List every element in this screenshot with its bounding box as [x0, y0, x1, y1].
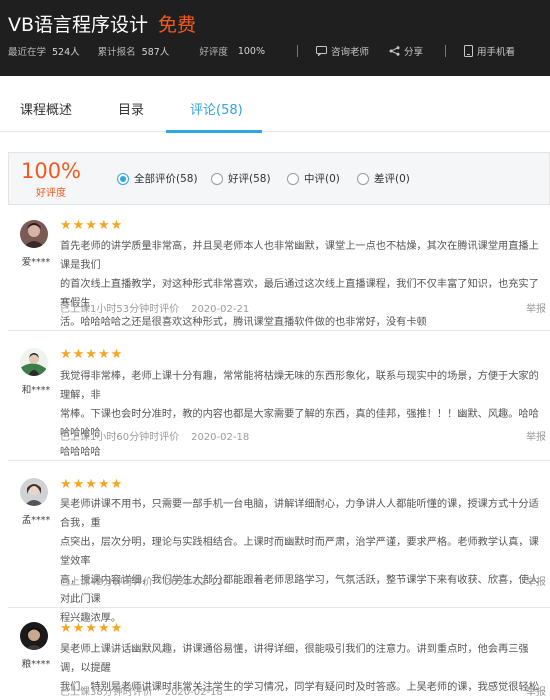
filter-neutral-label: 中评(0) [304, 173, 340, 185]
review-date: 2020-02-18 [191, 432, 250, 443]
active-tab-indicator [166, 130, 262, 133]
total-enrolled-label: 累计报名 [97, 47, 136, 58]
filter-positive-radio[interactable]: 好评(58) [211, 171, 271, 186]
review-date: 2020-02-13 [164, 577, 223, 588]
radio-circle [287, 172, 299, 185]
review-line: 点突出，层次分明，理论与实践相结合。上课时而幽默时而严肃，治学严谨，要求严格。老… [60, 537, 539, 567]
username: 爱**** [21, 257, 51, 268]
study-time: 已上课42分钟时评价 [60, 577, 153, 588]
avatar [20, 348, 48, 376]
watch-on-phone-label: 用手机看 [477, 47, 516, 58]
review-meta: 已上课1小时53分钟时评价 2020-02-21 [60, 300, 249, 315]
filter-all-radio[interactable]: 全部评价(58) [117, 171, 198, 186]
stats-row: 最近在学 524人 累计报名 587人 好评度 100% 咨询老师 分享 用手机… [8, 44, 535, 58]
filter-positive-label: 好评(58) [228, 173, 271, 185]
consult-teacher-label: 咨询老师 [331, 47, 370, 58]
price-label: 免费 [158, 14, 197, 36]
title-row: VB语言程序设计 免费 [8, 10, 196, 37]
review-line: 首先老师的讲学质量非常高，并且吴老师本人也非常幽默，课堂上一点也不枯燥，其次在腾… [60, 241, 539, 271]
review-filter-bar: 100% 好评度 全部评价(58) 好评(58) 中评(0) 差评(0) [8, 152, 550, 205]
score-value: 100% [20, 159, 82, 183]
radio-circle [211, 172, 223, 185]
review-item: 粮**** ★★★★★ 吴老师上课讲话幽默风趣，讲课通俗易懂，讲得详细，很能吸引… [0, 612, 550, 700]
total-enrolled: 累计报名 587人 [98, 44, 170, 58]
review-date: 2020-02-21 [191, 304, 250, 315]
review-meta: 已上课38分钟时评价 2020-02-18 [60, 683, 223, 698]
report-link[interactable]: 举报 [526, 300, 546, 315]
filter-negative-label: 差评(0) [374, 173, 410, 185]
course-tabs: 课程概述 目录 评论(58) [0, 76, 550, 133]
chat-icon [316, 46, 327, 56]
review-text: 吴老师讲课不用书，只需要一部手机一台电脑，讲解详细耐心，力争讲人人都能听懂的课，… [60, 495, 546, 628]
score-box: 100% 好评度 [9, 153, 93, 204]
divider [8, 607, 550, 608]
username: 孟**** [21, 515, 51, 526]
filter-negative-radio[interactable]: 差评(0) [357, 171, 410, 186]
report-link[interactable]: 举报 [526, 683, 546, 698]
divider [8, 330, 550, 331]
review-date: 2020-02-18 [164, 687, 223, 698]
recent-learners-value: 524人 [52, 47, 80, 58]
rating-stat: 好评度 100% [199, 44, 265, 59]
phone-icon [464, 45, 474, 57]
filter-neutral-radio[interactable]: 中评(0) [287, 171, 340, 186]
consult-teacher-button[interactable]: 咨询老师 [316, 44, 369, 58]
review-line: 我觉得非常棒，老师上课十分有趣，常常能将枯燥无味的东西形象化，联系与现实中的场景… [60, 371, 539, 401]
review-line: 吴老师上课讲话幽默风趣，讲课通俗易懂，讲得详细，很能吸引我们的注意力。讲到重点时… [60, 644, 529, 674]
review-line: 吴老师讲课不用书，只需要一部手机一台电脑，讲解详细耐心，力争讲人人都能听懂的课，… [60, 499, 539, 529]
username: 和**** [21, 385, 51, 396]
review-meta: 已上课42分钟时评价 2020-02-13 [60, 573, 223, 588]
star-rating: ★★★★★ [60, 621, 124, 636]
divider [8, 460, 550, 461]
total-enrolled-value: 587人 [141, 47, 170, 58]
radio-circle [357, 172, 369, 185]
recent-learners-label: 最近在学 [8, 47, 47, 58]
review-meta: 已上课1小时60分钟时评价 2020-02-18 [60, 428, 249, 443]
tab-overview[interactable]: 课程概述 [20, 76, 72, 132]
radio-circle [117, 172, 129, 185]
star-rating: ★★★★★ [60, 218, 124, 233]
divider [297, 45, 298, 57]
avatar [20, 478, 48, 506]
report-link[interactable]: 举报 [526, 573, 546, 588]
share-label: 分享 [404, 47, 424, 58]
review-item: 和**** ★★★★★ 我觉得非常棒，老师上课十分有趣，常常能将枯燥无味的东西形… [0, 336, 550, 458]
review-item: 孟**** ★★★★★ 吴老师讲课不用书，只需要一部手机一台电脑，讲解详细耐心，… [0, 466, 550, 624]
star-rating: ★★★★★ [60, 477, 124, 492]
rating-stat-value: 100% [237, 45, 265, 57]
study-time: 已上课1小时53分钟时评价 [60, 304, 180, 315]
rating-stat-label: 好评度 [199, 47, 228, 58]
watch-on-phone-button[interactable]: 用手机看 [464, 44, 515, 58]
study-time: 已上课1小时60分钟时评价 [60, 432, 180, 443]
tab-catalog[interactable]: 目录 [118, 76, 144, 132]
tab-reviews[interactable]: 评论(58) [190, 76, 243, 132]
report-link[interactable]: 举报 [526, 428, 546, 443]
review-text: 我觉得非常棒，老师上课十分有趣，常常能将枯燥无味的东西形象化，联系与现实中的场景… [60, 367, 546, 462]
course-title: VB语言程序设计 [8, 14, 149, 36]
avatar [20, 622, 48, 650]
share-icon [389, 46, 400, 56]
divider [445, 45, 447, 57]
review-item: 爱**** ★★★★★ 首先老师的讲学质量非常高，并且吴老师本人也非常幽默，课堂… [0, 206, 550, 328]
study-time: 已上课38分钟时评价 [60, 687, 153, 698]
star-rating: ★★★★★ [60, 347, 124, 362]
score-label: 好评度 [36, 188, 66, 199]
course-header: VB语言程序设计 免费 最近在学 524人 累计报名 587人 好评度 100%… [0, 0, 550, 76]
filter-all-label: 全部评价(58) [134, 173, 198, 185]
review-text: 首先老师的讲学质量非常高，并且吴老师本人也非常幽默，课堂上一点也不枯燥，其次在腾… [60, 237, 546, 332]
avatar [20, 220, 48, 248]
share-button[interactable]: 分享 [389, 44, 423, 58]
username: 粮**** [21, 659, 51, 670]
recent-learners: 最近在学 524人 [8, 44, 80, 58]
